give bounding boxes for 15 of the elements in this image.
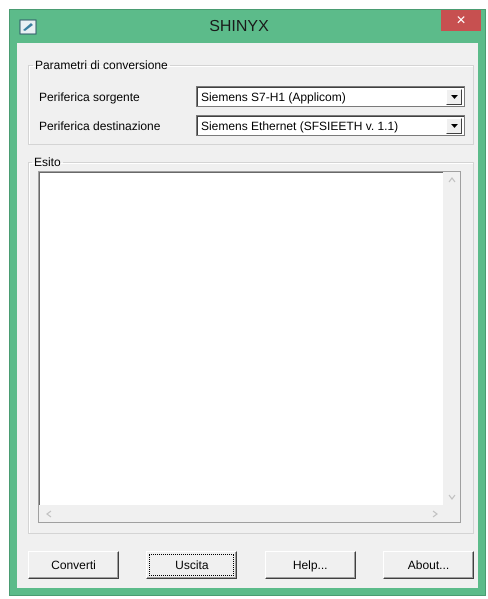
group-title: Parametri di conversione [34, 58, 169, 72]
group-title: Esito [33, 155, 62, 169]
dialog-button[interactable]: Help... [264, 551, 356, 579]
field-label: Periferica sorgente [39, 90, 141, 104]
dialog-button[interactable]: About... [382, 551, 474, 579]
app-icon [19, 18, 37, 34]
dialog-button[interactable]: Converti [28, 551, 119, 579]
horizontal-scrollbar[interactable] [39, 505, 443, 522]
dialog-button[interactable]: Uscita [146, 551, 238, 579]
dropdown-field[interactable]: Siemens S7-H1 (Applicom) [196, 86, 465, 107]
close-button[interactable]: × [441, 10, 481, 31]
vertical-scrollbar[interactable] [443, 172, 460, 505]
field-label: Periferica destinazione [39, 118, 162, 132]
dropdown-field[interactable]: Siemens Ethernet (SFSIEETH v. 1.1) [196, 115, 465, 136]
window-title: SHINYX [208, 18, 270, 36]
